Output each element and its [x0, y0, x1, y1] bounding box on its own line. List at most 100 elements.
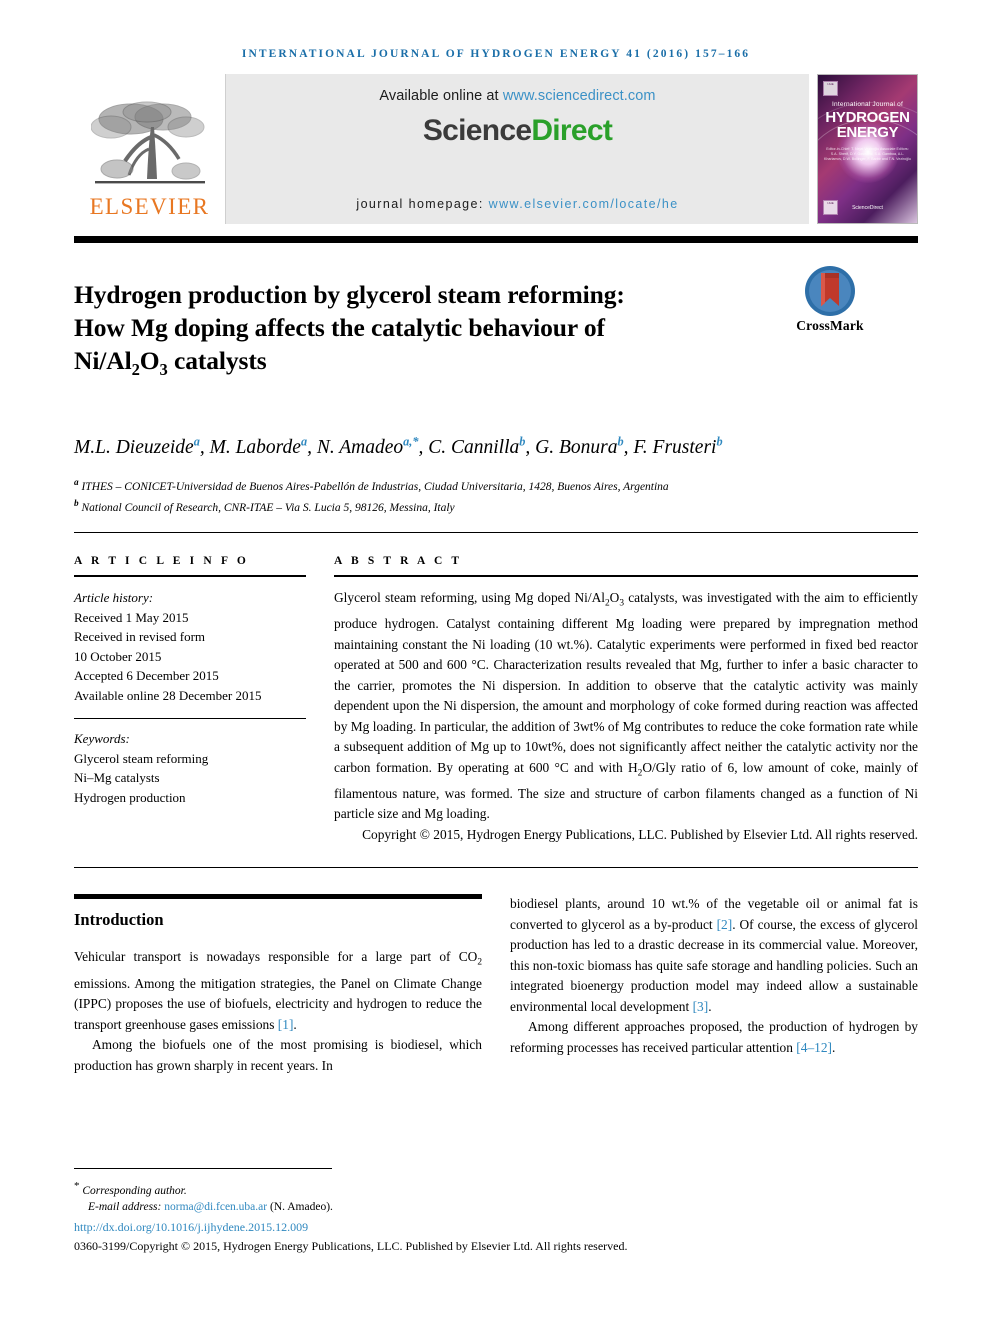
paragraph-part: . [832, 1039, 836, 1055]
journal-homepage-link[interactable]: www.elsevier.com/locate/he [489, 197, 679, 211]
article-title-line3: Ni/Al2O3 catalysts [74, 346, 267, 379]
author-separator: , [525, 436, 536, 458]
elsevier-logo-block: ELSEVIER [74, 74, 226, 224]
journal-homepage-line: journal homepage: www.elsevier.com/locat… [356, 197, 678, 211]
asterisk-icon: * [74, 1180, 80, 1193]
issn-copyright: 0360-3199/Copyright © 2015, Hydrogen Ene… [74, 1239, 628, 1253]
author-item: M.L. Dieuzeidea, [74, 434, 210, 458]
article-title-line2: How Mg doping affects the catalytic beha… [74, 313, 605, 343]
sciencedirect-link[interactable]: www.sciencedirect.com [503, 88, 656, 104]
author-separator: , [307, 436, 317, 458]
paragraph: Among different approaches proposed, the… [510, 1017, 918, 1058]
author-list: M.L. Dieuzeidea, M. Labordea, N. Amadeoa… [74, 427, 894, 462]
abstract-text: Glycerol steam reforming, using Mg doped… [334, 588, 918, 825]
footnote-rule [74, 1168, 332, 1170]
paragraph: Vehicular transport is nowadays responsi… [74, 947, 482, 1035]
author-name: C. Cannilla [428, 436, 520, 458]
corresponding-author-text: Corresponding author. [82, 1185, 187, 1197]
author-separator: , [199, 436, 210, 458]
article-title: Hydrogen production by glycerol steam re… [74, 278, 774, 386]
email-owner: (N. Amadeo). [267, 1201, 333, 1213]
masthead-divider [74, 236, 918, 243]
citation-link[interactable]: [2] [717, 917, 733, 932]
affiliation-item: b National Council of Research, CNR-ITAE… [74, 495, 904, 516]
co2-subscript: 2 [477, 958, 482, 969]
section-heading-introduction: Introduction [74, 910, 164, 930]
citation-link[interactable]: [1] [278, 1017, 294, 1032]
keyword-item: Glycerol steam reforming [74, 750, 209, 766]
article-history-item: Accepted 6 December 2015 [74, 668, 219, 683]
cover-title-large: HYDROGEN ENERGY [818, 110, 917, 140]
article-history-item: 10 October 2015 [74, 648, 162, 664]
article-history-item: Available online 28 December 2015 [74, 687, 262, 703]
author-affiliation-marker[interactable]: b [716, 434, 722, 448]
author-name: G. Bonura [535, 436, 618, 458]
journal-cover-thumbnail[interactable]: IJHE IJHE International Journal of HYDRO… [817, 74, 918, 224]
affiliation-list: a ITHES – CONICET-Universidad de Buenos … [74, 474, 904, 517]
keywords-rule [74, 718, 306, 719]
abstract-part-3: catalysts, was investigated with the aim… [334, 590, 918, 775]
author-item: M. Labordea, [210, 434, 317, 458]
keywords-spacer [74, 705, 306, 718]
crossmark-badge[interactable]: CrossMark [774, 261, 886, 334]
author-name: N. Amadeo [316, 436, 404, 458]
email-label: E-mail address: [88, 1201, 165, 1213]
available-online-label: Available online at [379, 88, 503, 104]
keywords-label: Keywords: [74, 731, 130, 746]
cover-badge-top: IJHE [823, 81, 838, 96]
author-name: M.L. Dieuzeide [74, 436, 194, 458]
cover-title-energy: ENERGY [836, 124, 899, 141]
citation-link[interactable]: [4–12] [796, 1040, 832, 1055]
article-history-label: Article history: [74, 590, 154, 605]
cover-title-small: International Journal of [832, 101, 903, 108]
affiliation-text: National Council of Research, CNR-ITAE –… [81, 501, 455, 514]
body-columns: Introduction Vehicular transport is nowa… [74, 894, 918, 1076]
affiliation-text: ITHES – CONICET-Universidad de Buenos Ai… [81, 480, 669, 493]
elsevier-tree-icon [90, 101, 205, 184]
title-row: Hydrogen production by glycerol steam re… [74, 261, 918, 403]
article-history-item: Received 1 May 2015 [74, 609, 189, 625]
paragraph: biodiesel plants, around 10 wt.% of the … [510, 894, 918, 1017]
header-divider [74, 532, 918, 534]
paragraph-part: . [293, 1016, 297, 1032]
available-online-line: Available online at www.sciencedirect.co… [379, 88, 655, 104]
paragraph-part: . [708, 998, 712, 1014]
author-item: N. Amadeoa,*, [316, 434, 428, 458]
author-item: C. Cannillab, [428, 434, 536, 458]
title-sub-3: 3 [159, 360, 168, 380]
email-link[interactable]: norma@di.fcen.uba.ar [164, 1201, 267, 1213]
sciencedirect-banner: Available online at www.sciencedirect.co… [226, 74, 809, 224]
title-formula-o: O [139, 346, 160, 376]
article-history-item: Received in revised form [74, 629, 206, 644]
keyword-item: Hydrogen production [74, 789, 186, 805]
journal-masthead: ELSEVIER Available online at www.science… [74, 74, 918, 224]
title-formula-ni-al: Ni/Al [74, 346, 132, 376]
elsevier-wordmark: ELSEVIER [89, 194, 210, 219]
abstract-rule [334, 575, 918, 577]
sciencedirect-logo-science: Science [422, 114, 532, 147]
author-item: G. Bonurab, [535, 434, 634, 458]
title-sub-2: 2 [131, 360, 140, 380]
cover-sciencedirect-mark: ScienceDirect [852, 205, 883, 211]
corresponding-author-note: * Corresponding author. [74, 1178, 918, 1199]
author-separator: , [623, 436, 634, 458]
journal-homepage-label: journal homepage: [356, 197, 489, 211]
article-title-line1: Hydrogen production by glycerol steam re… [74, 280, 625, 310]
sciencedirect-logo[interactable]: ScienceDirect [422, 114, 613, 148]
affiliation-marker: a [74, 476, 79, 487]
title-formula-tail: catalysts [167, 346, 267, 376]
author-item: F. Frusterib [633, 434, 722, 458]
article-info-heading: A R T I C L E I N F O [74, 555, 249, 568]
article-page: International Journal of Hydrogen Energy… [0, 0, 992, 1323]
citation-link[interactable]: [3] [693, 999, 709, 1014]
sciencedirect-logo-direct: Direct [531, 114, 613, 147]
author-affiliation-marker[interactable]: a,* [403, 434, 418, 448]
page-footer: * Corresponding author. E-mail address: … [74, 1168, 918, 1255]
abstract-copyright: Copyright © 2015, Hydrogen Energy Public… [362, 826, 918, 842]
doi-link[interactable]: http://dx.doi.org/10.1016/j.ijhydene.201… [74, 1218, 918, 1236]
abstract-part-1: Glycerol steam reforming, using Mg doped… [334, 590, 605, 605]
paragraph-part: Among different approaches proposed, the… [510, 1019, 918, 1055]
crossmark-icon [805, 266, 855, 316]
affiliation-marker: b [74, 498, 79, 509]
article-info-column: A R T I C L E I N F O Article history: R… [74, 555, 306, 845]
